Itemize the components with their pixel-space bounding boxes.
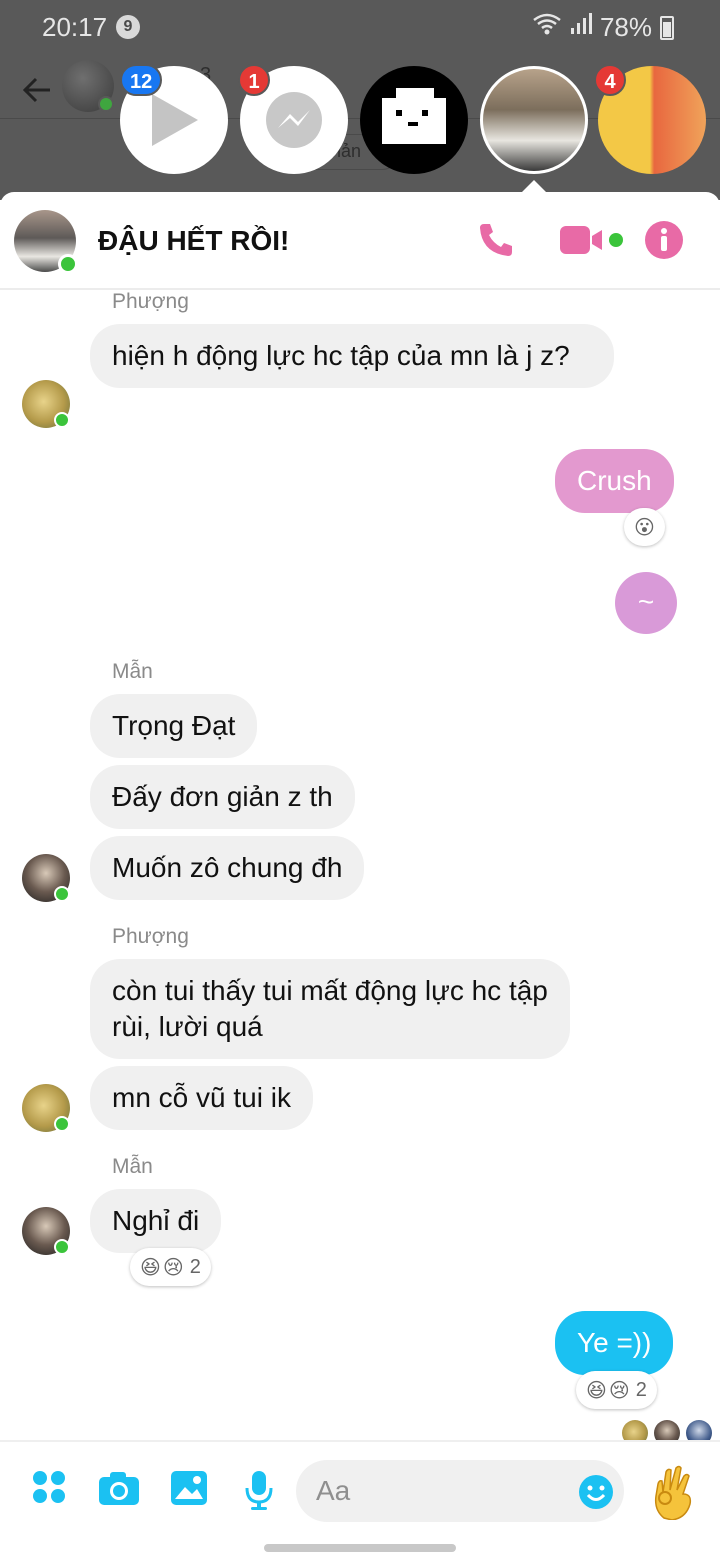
message-input-box[interactable]	[296, 1460, 624, 1522]
online-dot	[54, 412, 70, 428]
reaction-count: 2	[635, 1378, 647, 1401]
gallery-icon[interactable]	[170, 1470, 208, 1511]
message-bubble[interactable]: Đấy đơn giản z th	[90, 765, 355, 829]
message-bubble[interactable]: Nghỉ đi	[90, 1189, 222, 1253]
message-bubble[interactable]: Muốn zô chung đh	[90, 836, 365, 900]
chat-head-badge-pikachu: 4	[594, 64, 626, 96]
background-online-dot	[98, 96, 114, 112]
conversation-title[interactable]: ĐẬU HẾT RỒI!	[98, 225, 289, 257]
chat-head-group-photo[interactable]	[480, 66, 588, 174]
sender-name: Mẫn	[112, 1155, 153, 1178]
info-icon[interactable]	[644, 220, 684, 265]
ghost-avatar-icon	[382, 88, 446, 144]
crying-reaction-icon: 😢	[608, 1379, 630, 1402]
online-indicator	[58, 254, 78, 274]
online-dot	[54, 1239, 70, 1255]
home-gesture-handle[interactable]	[264, 1544, 456, 1552]
phone-call-icon[interactable]	[476, 220, 516, 265]
quick-reaction-ok-hand-icon[interactable]	[650, 1464, 698, 1525]
surprised-reaction-icon: 😮	[634, 516, 655, 539]
notification-count-icon: 9	[116, 15, 140, 39]
online-dot	[54, 1116, 70, 1132]
sender-name: Mẫn	[112, 660, 153, 683]
chat-head-badge-video: 12	[120, 64, 163, 96]
message-bubble[interactable]: Trọng Đạt	[90, 694, 258, 758]
conversation-panel: ĐẬU HẾT RỒI! Phượng hiện h động lực hc t…	[0, 192, 720, 1560]
signal-icon	[570, 12, 592, 43]
message-input[interactable]	[296, 1460, 566, 1522]
sender-name: Phượng	[112, 925, 189, 948]
chat-head-badge-messenger: 1	[238, 64, 270, 96]
crying-reaction-icon: 😢	[162, 1256, 184, 1279]
message-bubble[interactable]: còn tui thấy tui mất động lực hc tập rùi…	[90, 959, 570, 1059]
emoji-icon[interactable]	[578, 1474, 614, 1515]
laughing-reaction-icon: 😆	[140, 1256, 161, 1279]
reaction-count: 2	[189, 1255, 201, 1278]
message-bubble[interactable]: hiện h động lực hc tập của mn là j z?	[90, 324, 614, 388]
online-dot	[54, 886, 70, 902]
active-head-pointer	[522, 180, 546, 192]
wifi-icon	[532, 12, 562, 43]
status-right: 78%	[532, 12, 674, 43]
message-bubble[interactable]: mn cỗ vũ tui ik	[90, 1066, 313, 1130]
video-call-icon[interactable]	[558, 220, 626, 265]
camera-icon[interactable]	[98, 1470, 140, 1511]
microphone-icon[interactable]	[244, 1470, 274, 1515]
battery-percent: 78%	[599, 12, 652, 42]
outgoing-message-bubble[interactable]: Ye =))	[555, 1311, 674, 1375]
message-reactions[interactable]: 😆 😢 2	[576, 1371, 657, 1409]
message-reaction[interactable]: 😮	[624, 508, 665, 546]
status-time: 20:17	[42, 12, 108, 42]
back-arrow-icon[interactable]	[22, 74, 52, 111]
laughing-reaction-icon: 😆	[586, 1379, 607, 1402]
more-options-icon[interactable]	[32, 1470, 66, 1509]
chat-head-pixel-ghost[interactable]	[360, 66, 468, 174]
sender-name: Phượng	[112, 290, 189, 313]
battery-icon	[660, 15, 674, 40]
status-bar: 20:17 9 78%	[0, 0, 720, 56]
outgoing-tilde-bubble[interactable]: ~	[615, 572, 677, 634]
message-reactions[interactable]: 😆 😢 2	[130, 1248, 211, 1286]
outgoing-message-bubble[interactable]: Crush	[555, 449, 674, 513]
conversation-header: ĐẬU HẾT RỒI!	[0, 192, 720, 290]
